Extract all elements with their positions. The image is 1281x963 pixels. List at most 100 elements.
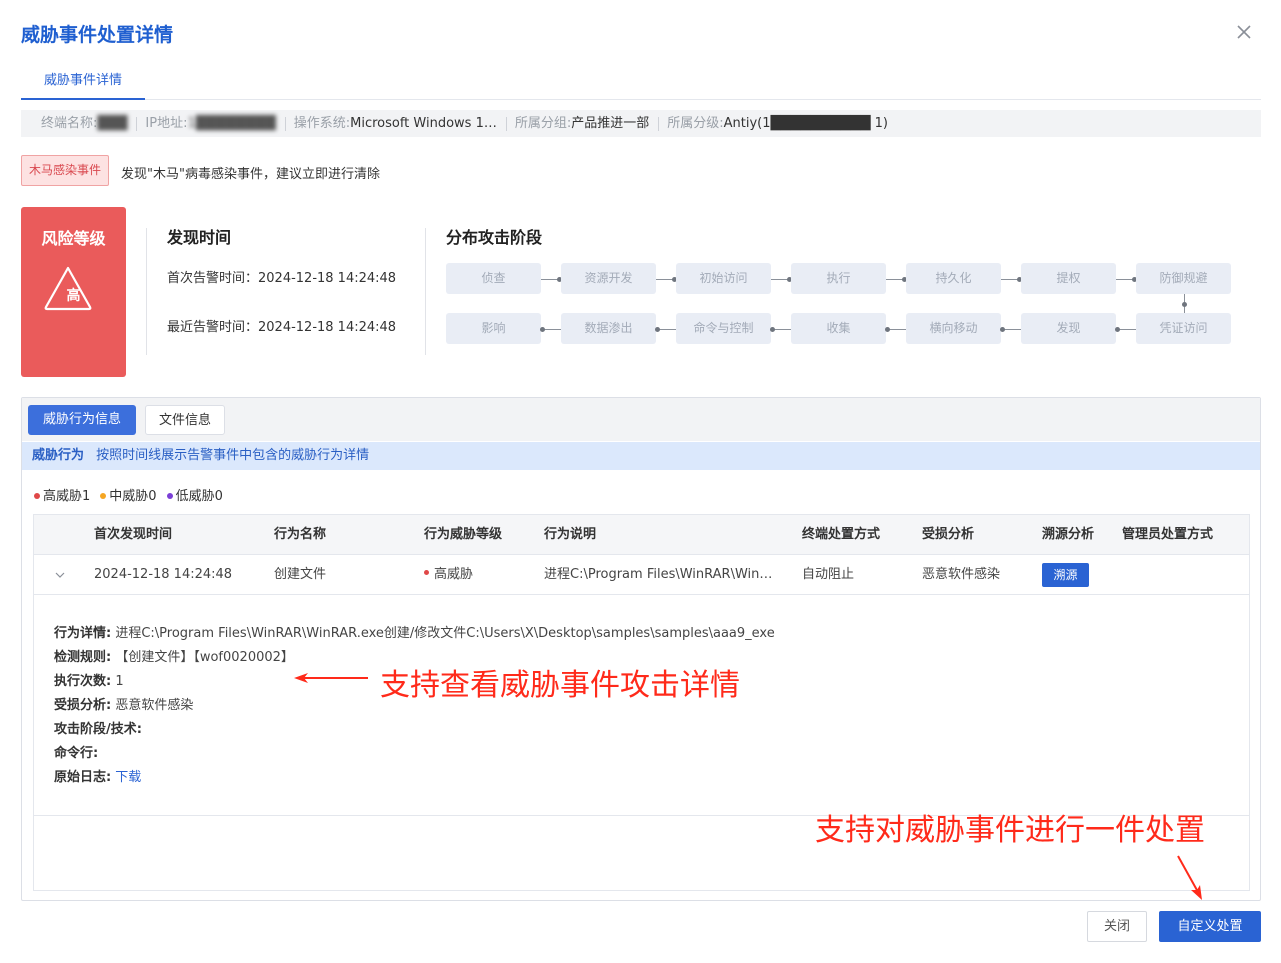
cell-damage: 恶意软件感染 [922,567,1001,582]
behavior-hint-bar: 威胁行为 按照时间线展示告警事件中包含的威胁行为详情 [22,442,1260,470]
stage-connector-dot [770,327,775,332]
col-first-time: 首次发现时间 [94,527,173,542]
stage-row2-4: 横向移动 [906,313,1001,344]
col-endpoint-action: 终端处置方式 [802,527,881,542]
info-ip: IP地址: 1████████ [145,115,286,131]
detail-count-value: 1 [115,674,124,689]
col-description: 行为说明 [544,527,597,542]
panel-tab-bar: 威胁行为信息 文件信息 [22,398,1260,441]
level-value: Antiy(1██████████ 1) [723,115,888,131]
group-label: 所属分组: [514,115,572,131]
stage-row2-6: 凭证访问 [1136,313,1231,344]
table-row[interactable]: 2024-12-18 14:24:48 创建文件 高威胁 进程C:\Progra… [34,555,1249,595]
detail-count-label: 执行次数: [54,674,112,689]
dialog-title: 威胁事件处置详情 [21,24,174,46]
stage-connector-dot [540,327,545,332]
detail-behavior-value: 进程C:\Program Files\WinRAR\WinRAR.exe创建/修… [115,626,775,641]
col-threat-level: 行为威胁等级 [424,527,503,542]
group-value: 产品推进一部 [571,115,650,131]
os-label: 操作系统: [293,115,351,131]
divider [146,228,147,355]
info-group: 所属分组: 产品推进一部 [514,115,660,131]
detail-stage-label: 攻击阶段/技术: [54,722,142,737]
behavior-detail: 行为详情: 进程C:\Program Files\WinRAR\WinRAR.e… [34,596,1249,816]
severity-legend: 高威胁1 中威胁0 低威胁0 [34,485,223,504]
detail-raw-log: 原始日志: 下载 [54,766,141,785]
close-icon[interactable] [1234,22,1254,42]
detail-behavior: 行为详情: 进程C:\Program Files\WinRAR\WinRAR.e… [54,622,775,641]
attack-stages-title: 分布攻击阶段 [446,228,543,247]
high-dot-icon [34,492,40,499]
first-alert-time: 首次告警时间：2024-12-18 14:24:48 [167,271,397,286]
annotation-view-detail: 支持查看威胁事件攻击详情 [380,668,740,703]
tab-threat-behavior[interactable]: 威胁行为信息 [28,405,136,435]
custom-dispose-button[interactable]: 自定义处置 [1159,911,1261,942]
detail-rule-value: 【创建文件】【wof0020002】 [115,650,294,665]
stage-row2-3: 收集 [791,313,886,344]
legend-mid-label: 中威胁0 [109,489,157,504]
stage-row2-1: 数据渗出 [561,313,656,344]
col-admin-action: 管理员处置方式 [1122,527,1214,542]
detail-damage-label: 受损分析: [54,698,112,713]
close-button[interactable]: 关闭 [1087,911,1147,942]
high-dot-icon [424,570,429,575]
annotation-arrow-icon [294,673,368,683]
stage-row1-3: 执行 [791,263,886,294]
stage-row2-2: 命令与控制 [676,313,771,344]
hint-title: 威胁行为 [32,448,85,463]
cell-name: 创建文件 [274,567,327,582]
stage-connector-dot [885,327,890,332]
legend-low: 低威胁0 [166,485,223,504]
detail-damage: 受损分析: 恶意软件感染 [54,694,193,713]
divider [425,228,426,355]
col-behavior-name: 行为名称 [274,527,327,542]
trace-button[interactable]: 溯源 [1042,563,1089,587]
stage-connector-dot [655,327,660,332]
info-os: 操作系统: Microsoft Windows 1… [293,115,507,131]
detail-damage-value: 恶意软件感染 [115,698,194,713]
detail-cmd-label: 命令行: [54,746,99,761]
legend-mid: 中威胁0 [100,485,157,504]
annotation-arrow-icon [1177,855,1202,900]
risk-level-card: 风险等级 高 [21,207,126,377]
mid-dot-icon [100,492,107,499]
cell-action: 自动阻止 [802,567,855,582]
risk-level-title: 风险等级 [41,229,106,248]
stage-connector-dot [1115,327,1120,332]
col-damage: 受损分析 [922,527,975,542]
event-type-badge: 木马感染事件 [21,155,109,186]
tab-file-info[interactable]: 文件信息 [145,405,225,435]
info-level: 所属分级: Antiy(1██████████ 1) [667,115,897,131]
tab-bar: 威胁事件详情 [21,62,1261,100]
cell-description: 进程C:\Program Files\WinRAR\Win… [544,567,773,582]
stage-row1-2: 初始访问 [676,263,771,294]
endpoint-info-bar: 终端名称: ███ IP地址: 1████████ 操作系统: Microsof… [21,110,1261,137]
detail-log-label: 原始日志: [54,770,112,785]
stage-row2-0: 影响 [446,313,541,344]
cell-severity-label: 高威胁 [434,567,474,582]
detail-stage: 攻击阶段/技术: [54,718,142,737]
stage-connector-dot [1000,327,1005,332]
stage-row1-1: 资源开发 [561,263,656,294]
hostname-value: ███ [97,115,128,131]
discovery-title: 发现时间 [167,228,232,247]
annotation-one-click: 支持对威胁事件进行一件处置 [815,813,1205,848]
legend-low-label: 低威胁0 [175,489,223,504]
event-description: 发现"木马"病毒感染事件，建议立即进行清除 [121,167,380,182]
last-alert-time: 最近告警时间：2024-12-18 14:24:48 [167,320,397,335]
level-label: 所属分级: [667,115,724,131]
detail-rule: 检测规则: 【创建文件】【wof0020002】 [54,646,294,665]
info-hostname: 终端名称: ███ [41,115,138,131]
stage-row1-4: 持久化 [906,263,1001,294]
detail-cmdline: 命令行: [54,742,98,761]
risk-level-value: 高 [66,288,81,304]
legend-high-label: 高威胁1 [43,489,91,504]
detail-behavior-label: 行为详情: [54,626,112,641]
ip-label: IP地址: [145,115,188,131]
low-dot-icon [166,492,173,499]
stage-row1-0: 侦查 [446,263,541,294]
chevron-down-icon[interactable] [54,569,66,581]
ip-value: 1████████ [187,115,276,131]
tab-event-detail[interactable]: 威胁事件详情 [21,62,145,100]
download-link[interactable]: 下载 [115,770,141,785]
